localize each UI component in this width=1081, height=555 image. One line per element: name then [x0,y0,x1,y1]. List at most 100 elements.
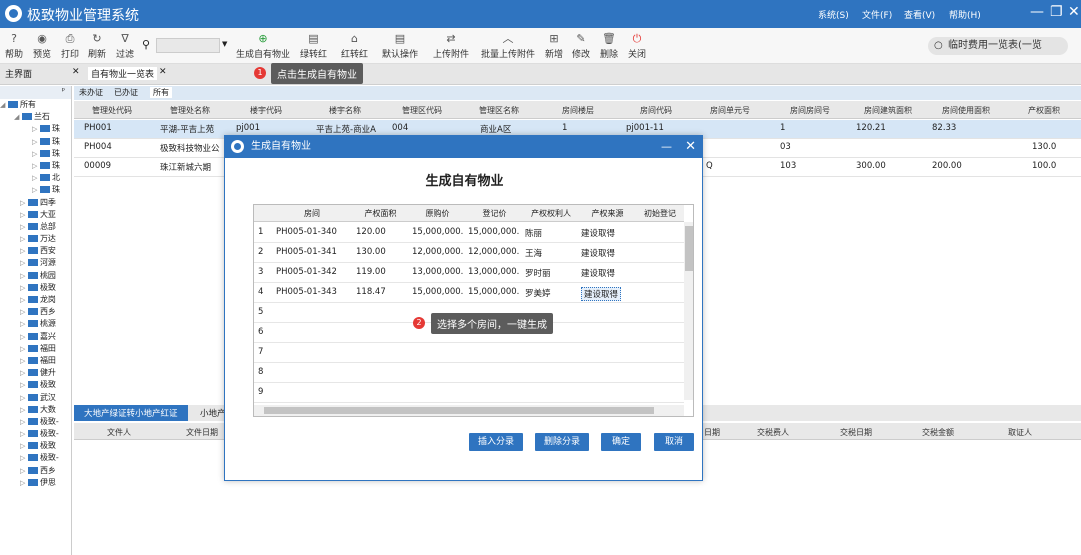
tree-node[interactable]: ▷ 西安 [0,245,71,257]
green-to-red-button[interactable]: ▤ 绿转红 [300,31,327,60]
col-header[interactable]: 房间房间号 [790,105,830,116]
col-header[interactable]: 房间 [272,205,352,222]
col-header[interactable]: 产权来源 [579,205,636,222]
table-cell[interactable]: 120.00 [356,227,386,237]
col-header[interactable]: 交税费人 [757,427,789,438]
tree-node[interactable]: ▷ 极致 [0,440,71,452]
table-row[interactable]: 3 PH005-01-342 119.00 13,000,000. 13,000,000… [254,263,684,283]
tree-node[interactable]: ▷ 桃源 [0,318,71,330]
filter-button[interactable]: ∇ 过滤 [116,31,134,60]
tab-licensed[interactable]: 已办证 [114,87,138,98]
col-header[interactable]: 房间楼层 [562,105,594,116]
tree-node[interactable]: ▷ 极致- [0,416,71,428]
help-button[interactable]: ? 帮助 [5,31,23,60]
tree-node[interactable]: ▷ 桃园 [0,270,71,282]
col-header[interactable]: 原购价 [409,205,466,222]
table-row[interactable]: 7 [254,343,684,363]
generate-property-button[interactable]: ⊕ 生成自有物业 [236,31,290,60]
table-cell[interactable]: 罗时丽 [525,267,551,279]
tree-node[interactable]: ▷ 福田 [0,355,71,367]
table-cell[interactable]: 建设取得 [581,267,615,279]
col-header[interactable]: 交税日期 [840,427,872,438]
col-header[interactable]: 产权权利人 [523,205,579,222]
col-header[interactable]: 管理处代码 [92,105,132,116]
menu-file[interactable]: 文件(F) [862,8,892,21]
col-header[interactable]: 管理区代码 [402,105,442,116]
tree-node[interactable]: ▷ 嘉兴 [0,331,71,343]
tree-node[interactable]: ▷ 大亚 [0,209,71,221]
col-header[interactable]: 取证人 [1008,427,1032,438]
tree-node[interactable]: ▷ 珠 [0,148,71,160]
tree-node[interactable]: ▷ 珠 [0,136,71,148]
table-row[interactable]: 1 PH005-01-340 120.00 15,000,000. 15,000,000… [254,223,684,243]
tab-all[interactable]: 所有 [150,87,172,98]
col-header[interactable]: 楼宇名称 [329,105,361,116]
tree-node[interactable]: ▷ 极致- [0,452,71,464]
table-cell[interactable]: 12,000,000. [412,247,463,257]
tree-root[interactable]: ◢ 所有 [0,99,71,111]
tree-node[interactable]: ▷ 北 [0,172,71,184]
tree-node[interactable]: ▷ 福田 [0,343,71,355]
tab-property-list[interactable]: 自有物业一览表 [88,67,158,80]
scroll-thumb[interactable] [685,226,693,271]
tree-node[interactable]: ▷ 河源 [0,257,71,269]
table-cell[interactable]: 建设取得 [581,227,615,239]
col-header[interactable]: 房间建筑面积 [864,105,912,116]
insert-row-button[interactable]: 插入分录 [469,433,523,451]
table-row[interactable]: 9 [254,383,684,403]
col-header[interactable]: 产权面积 [352,205,409,222]
tree-node[interactable]: ▷ 四季 [0,197,71,209]
print-button[interactable]: ⎙ 打印 [61,31,79,60]
tree-node[interactable]: ▷ 珠 [0,184,71,196]
close-icon[interactable]: ✕ [685,136,696,158]
vertical-scrollbar[interactable] [684,222,693,400]
tab-small-property[interactable]: 小地产 [200,407,226,419]
default-action-button[interactable]: ▤ 默认操作 [382,31,418,60]
col-header[interactable]: 登记价 [466,205,523,222]
horizontal-scrollbar[interactable] [254,405,684,416]
edit-button[interactable]: ✎ 修改 [572,31,590,60]
table-cell[interactable]: 12,000,000. [468,247,519,257]
col-header[interactable]: 产权面积 [1028,105,1060,116]
tree-node[interactable]: ▷ 极致 [0,282,71,294]
tree-node[interactable]: ▷ 大数 [0,404,71,416]
table-cell[interactable]: 130.00 [356,247,386,257]
batch-upload-button[interactable]: ︿ 批量上传附件 [481,31,535,60]
add-button[interactable]: ⊞ 新增 [545,31,563,60]
tree-node[interactable]: ▷ 总部 [0,221,71,233]
tab-close-icon[interactable]: ✕ [72,67,80,77]
table-cell[interactable]: PH005-01-340 [276,227,337,237]
table-row[interactable]: 4 PH005-01-343 118.47 15,000,000. 15,000,000… [254,283,684,303]
close-window-icon[interactable]: ✕ [1068,4,1080,20]
table-cell[interactable]: PH005-01-342 [276,267,337,277]
table-cell[interactable]: 13,000,000. [468,267,519,277]
tree-node[interactable]: ▷ 极致 [0,379,71,391]
col-header[interactable]: 交税金额 [922,427,954,438]
table-row[interactable]: 2 PH005-01-341 130.00 12,000,000. 12,000,000… [254,243,684,263]
tree-node[interactable]: ▷ 西乡 [0,306,71,318]
col-header[interactable]: 管理区名称 [479,105,519,116]
menu-system[interactable]: 系统(S) [818,8,849,21]
minimize-icon[interactable]: — [1030,4,1044,20]
table-cell[interactable]: 13,000,000. [412,267,463,277]
table-cell[interactable]: 15,000,000. [412,287,463,297]
restore-icon[interactable]: ❐ [1050,4,1063,20]
tree-node[interactable]: ▷ 龙岗 [0,294,71,306]
col-header[interactable]: 管理处名称 [170,105,210,116]
table-cell[interactable]: 罗美婷 [525,287,551,299]
col-header[interactable]: 初始登记 [636,205,684,222]
table-cell[interactable]: 15,000,000. [412,227,463,237]
table-row[interactable]: 8 [254,363,684,383]
col-header[interactable]: 楼宇代码 [250,105,282,116]
pin-icon[interactable]: ᵖ [0,86,71,99]
col-header[interactable]: 文件人 [107,427,131,438]
tree-node[interactable]: ▷ 珠 [0,123,71,135]
minimize-icon[interactable]: — [661,136,672,158]
confirm-button[interactable]: 确定 [601,433,641,451]
col-header[interactable]: 日期 [704,427,720,438]
col-header[interactable]: 房间代码 [640,105,672,116]
table-cell[interactable]: 陈丽 [525,227,542,239]
col-header[interactable]: 文件日期 [186,427,218,438]
tab-main[interactable]: 主界面 [5,67,32,80]
close-button[interactable]: ⏻ 关闭 [628,31,646,60]
